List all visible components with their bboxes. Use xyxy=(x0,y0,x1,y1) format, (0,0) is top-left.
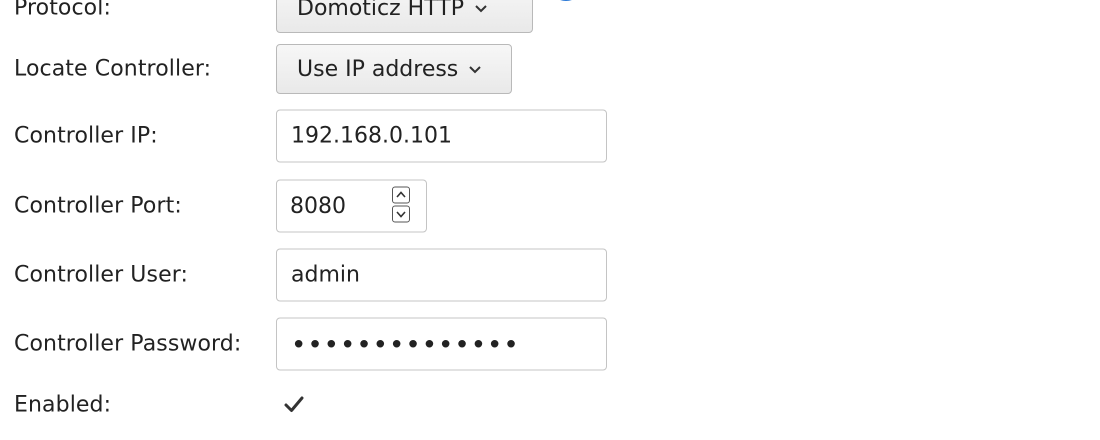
enabled-checkbox[interactable] xyxy=(282,393,306,417)
controller-user-input[interactable]: admin xyxy=(276,248,607,302)
protocol-row: Protocol: Domoticz HTTP xyxy=(0,0,1100,35)
locate-controller-select[interactable]: Use IP address xyxy=(276,44,512,94)
controller-port-label: Controller Port: xyxy=(14,193,182,219)
locate-controller-row: Locate Controller: Use IP address xyxy=(0,42,1100,96)
port-spinner xyxy=(392,186,412,225)
controller-password-row: Controller Password: •••••••••••••• xyxy=(0,317,1100,371)
controller-port-value: 8080 xyxy=(290,193,346,219)
checkmark-icon xyxy=(284,396,304,412)
chevron-down-icon xyxy=(396,211,406,218)
controller-settings-form: Protocol: Domoticz HTTP Locate Controlle… xyxy=(0,0,1100,440)
spin-down-button[interactable] xyxy=(392,205,410,223)
controller-password-value: •••••••••••••• xyxy=(291,330,520,360)
enabled-row: Enabled: xyxy=(0,378,1100,432)
protocol-select[interactable]: Domoticz HTTP xyxy=(276,0,533,33)
chevron-down-icon xyxy=(475,5,487,13)
controller-ip-input[interactable]: 192.168.0.101 xyxy=(276,109,607,163)
controller-user-row: Controller User: admin xyxy=(0,248,1100,302)
spin-up-button[interactable] xyxy=(392,186,410,204)
controller-ip-row: Controller IP: 192.168.0.101 xyxy=(0,109,1100,163)
chevron-up-icon xyxy=(396,191,406,198)
question-mark-icon xyxy=(548,0,584,1)
help-icon[interactable] xyxy=(548,0,584,1)
controller-password-input[interactable]: •••••••••••••• xyxy=(276,317,607,371)
controller-user-label: Controller User: xyxy=(14,262,188,288)
controller-ip-value: 192.168.0.101 xyxy=(291,123,452,149)
controller-user-value: admin xyxy=(291,262,360,288)
chevron-down-icon xyxy=(469,66,481,74)
protocol-label: Protocol: xyxy=(14,0,111,21)
protocol-select-value: Domoticz HTTP xyxy=(297,0,464,21)
controller-port-input[interactable]: 8080 xyxy=(276,179,427,233)
controller-ip-label: Controller IP: xyxy=(14,123,158,149)
controller-port-row: Controller Port: 8080 xyxy=(0,179,1100,233)
enabled-label: Enabled: xyxy=(14,392,112,418)
controller-password-label: Controller Password: xyxy=(14,331,242,357)
locate-controller-select-value: Use IP address xyxy=(297,56,459,82)
locate-controller-label: Locate Controller: xyxy=(14,56,212,82)
